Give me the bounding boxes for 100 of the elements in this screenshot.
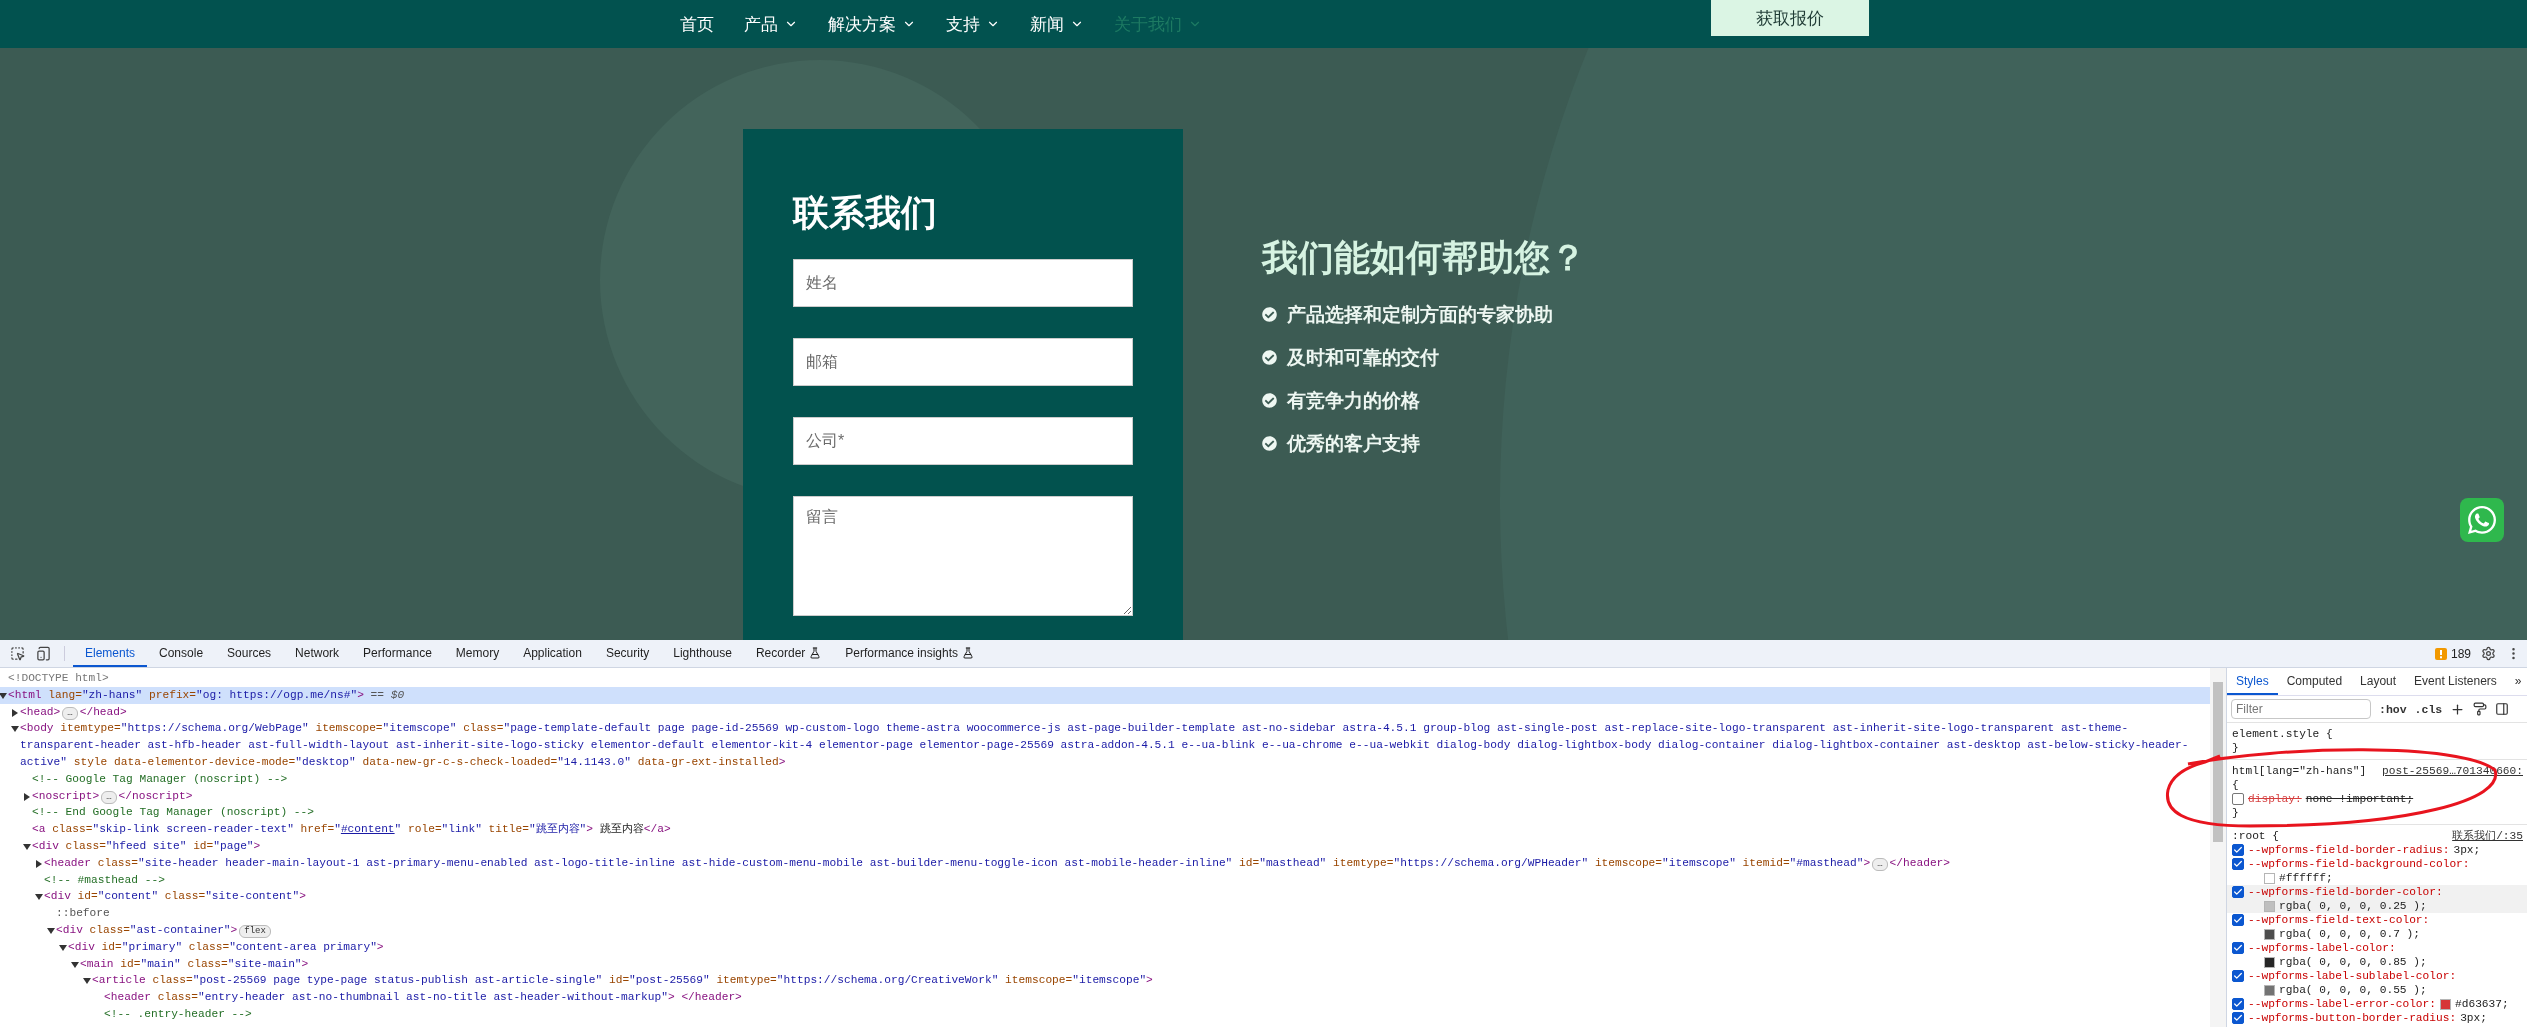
dom-tree-row[interactable]: <!DOCTYPE html> [0, 670, 2210, 687]
devtools-tab[interactable]: Network [283, 640, 352, 667]
filter-field[interactable]: Filter [2231, 699, 2371, 719]
dom-tree-row[interactable]: <div id="content" class="site-content"> [0, 888, 2210, 906]
card-title: 联系我们 [793, 191, 938, 235]
expanded-arrow-icon[interactable] [47, 926, 55, 935]
collapsed-arrow-icon[interactable] [11, 708, 19, 717]
dom-tree-row[interactable]: <!-- End Google Tag Manager (noscript) --> [0, 804, 2210, 822]
color-swatch[interactable] [2441, 999, 2450, 1009]
issues-counter[interactable]: 189 [2434, 646, 2471, 661]
expanded-arrow-icon[interactable] [59, 943, 67, 952]
collapsed-arrow-icon[interactable] [23, 792, 31, 801]
color-swatch[interactable] [2265, 957, 2274, 967]
styles-tab[interactable]: Layout [2351, 668, 2406, 695]
dom-tree-row[interactable]: <header class="entry-header ast-no-thumbnail ast-no-title ast-header-without-markup"> </header> [0, 989, 2210, 1006]
checkbox[interactable] [2232, 998, 2244, 1010]
dom-tree-row[interactable]: <div class="ast-container"> flex [0, 921, 2210, 939]
checkbox[interactable] [2232, 858, 2244, 870]
checkbox[interactable] [2232, 942, 2244, 954]
dom-code: <div class="ast-container"> [56, 922, 238, 938]
css-selector: element.style { [2232, 727, 2333, 741]
checkbox[interactable] [2232, 970, 2244, 982]
dom-code: <main id="main" class="site-main"> [80, 956, 309, 972]
dom-code: <noscript> [32, 788, 100, 804]
checkbox[interactable] [2232, 914, 2244, 926]
checkbox[interactable] [2232, 793, 2244, 805]
nav-link[interactable]: 首页 [680, 12, 714, 36]
devtools-tab[interactable]: Lighthouse [661, 640, 744, 667]
plus-icon[interactable] [2450, 701, 2466, 717]
expanded-arrow-icon[interactable] [35, 893, 43, 902]
expanded-arrow-icon[interactable] [11, 725, 19, 734]
css-property: --wpforms-label-sublabel-color: [2248, 969, 2457, 983]
styles-tab[interactable]: Computed [2277, 668, 2352, 695]
devtools-tab[interactable]: Console [147, 640, 216, 667]
checkbox[interactable] [2232, 844, 2244, 856]
dom-tree-row[interactable]: <noscript> … </noscript> [0, 787, 2210, 805]
dom-code: </header> [1889, 855, 1951, 871]
chat-bubble-icon[interactable] [2460, 498, 2504, 542]
dom-tree-row[interactable]: <!-- Google Tag Manager (noscript) --> [0, 770, 2210, 788]
source-link[interactable]: 联系我们/:35 [2452, 829, 2523, 843]
css-value: rgba( 0, 0, 0, 0.25 ); [2279, 899, 2427, 913]
css-selector: html[lang="zh-hans"] [2232, 764, 2367, 778]
dom-tree-row[interactable]: <div class="hfeed site" id="page"> [0, 837, 2210, 855]
checkbox[interactable] [2232, 1012, 2244, 1024]
dom-tree-row[interactable]: <!-- .entry-header --> [0, 1005, 2210, 1023]
dom-tree-row[interactable]: <head> … </head> [0, 703, 2210, 721]
toggle-button[interactable]: .cls [2414, 702, 2443, 716]
devtools-tab[interactable]: Security [593, 640, 662, 667]
devtools-tab[interactable]: Memory [443, 640, 512, 667]
quote-button[interactable]: 获取报价 [1711, 0, 1869, 36]
color-swatch[interactable] [2265, 873, 2274, 883]
dom-tree-row[interactable]: <!-- #masthead --> [0, 871, 2210, 889]
dom-badge[interactable]: … [62, 706, 78, 720]
color-swatch[interactable] [2265, 929, 2274, 939]
devtools-tab[interactable]: Performance [351, 640, 444, 667]
dom-tree-row[interactable]: <html lang="zh-hans" prefix="og: https://ogp.me/ns#"> == $0 [0, 686, 2210, 704]
devtools-tab[interactable]: Recorder [743, 640, 834, 667]
devtools-tab[interactable]: Performance insights [833, 640, 987, 667]
paint-roller-icon[interactable] [2473, 702, 2488, 716]
dom-code: <!DOCTYPE html> [8, 671, 109, 686]
color-swatch[interactable] [2265, 901, 2274, 911]
nav-link[interactable]: 新闻 [1030, 12, 1084, 36]
dom-code: <html lang="zh-hans" prefix="og: https://ogp.me/ns#"> == $0 [8, 687, 405, 703]
expanded-arrow-icon[interactable] [83, 977, 91, 986]
nav-link[interactable]: 产品 [744, 12, 798, 36]
dom-badge[interactable]: … [101, 790, 117, 804]
toggle-button[interactable]: :hov [2379, 702, 2407, 716]
more-tabs-button[interactable]: » [2505, 668, 2527, 695]
css-property: --wpforms-label-error-color: [2248, 997, 2436, 1011]
devtools-tab[interactable]: Sources [215, 640, 284, 667]
css-property: --wpforms-field-text-color: [2248, 913, 2430, 927]
color-swatch[interactable] [2265, 985, 2274, 995]
dom-tree-row[interactable]: <main id="main" class="site-main"> [0, 955, 2210, 973]
input-field[interactable]: 邮箱 [793, 338, 1133, 386]
expanded-arrow-icon[interactable] [71, 960, 79, 969]
settings-icon[interactable] [2481, 646, 2496, 661]
input-field[interactable]: 公司* [793, 417, 1133, 465]
styles-tab[interactable]: Event Listeners [2405, 668, 2506, 695]
expanded-arrow-icon[interactable] [23, 842, 31, 851]
message-field[interactable]: 留言 [793, 496, 1133, 616]
input-field[interactable]: 姓名 [793, 259, 1133, 307]
dom-tree-row[interactable]: <a class="skip-link screen-reader-text" href="#content" role="link" title="跳至内容"> 跳至内容</a> [0, 821, 2210, 838]
dom-code: <article class="post-25569 page type-page status-publish ast-article-single" id="post-25569" itemtype="https://schema.org/CreativeWork" itemscope="itemscope"> [92, 973, 1153, 989]
checkbox[interactable] [2232, 886, 2244, 898]
devtools-tab[interactable]: Application [511, 640, 594, 667]
css-property: --wpforms-button-border-radius: [2248, 1011, 2457, 1025]
devtools-tab[interactable]: Elements [73, 640, 148, 667]
collapsed-arrow-icon[interactable] [35, 859, 43, 868]
sidebar-icon[interactable] [2495, 702, 2510, 716]
dom-badge[interactable]: flex [239, 924, 271, 938]
dom-tree-row[interactable]: <article class="post-25569 page type-page status-publish ast-article-single" id="post-25569" itemtype="https://schema.org/CreativeWork" itemscope="itemscope"> [0, 972, 2210, 990]
scrollbar[interactable] [2210, 668, 2226, 1027]
dom-tree-row[interactable]: ::before [0, 905, 2210, 922]
dom-tree-row[interactable]: <div id="primary" class="content-area primary"> [0, 938, 2210, 956]
dom-badge[interactable]: … [1872, 857, 1888, 871]
nav-link[interactable]: 支持 [946, 12, 1000, 36]
css-property: --wpforms-label-color: [2248, 941, 2396, 955]
styles-tab[interactable]: Styles [2227, 668, 2278, 695]
expanded-arrow-icon[interactable] [0, 691, 7, 700]
nav-link[interactable]: 解决方案 [828, 12, 916, 36]
